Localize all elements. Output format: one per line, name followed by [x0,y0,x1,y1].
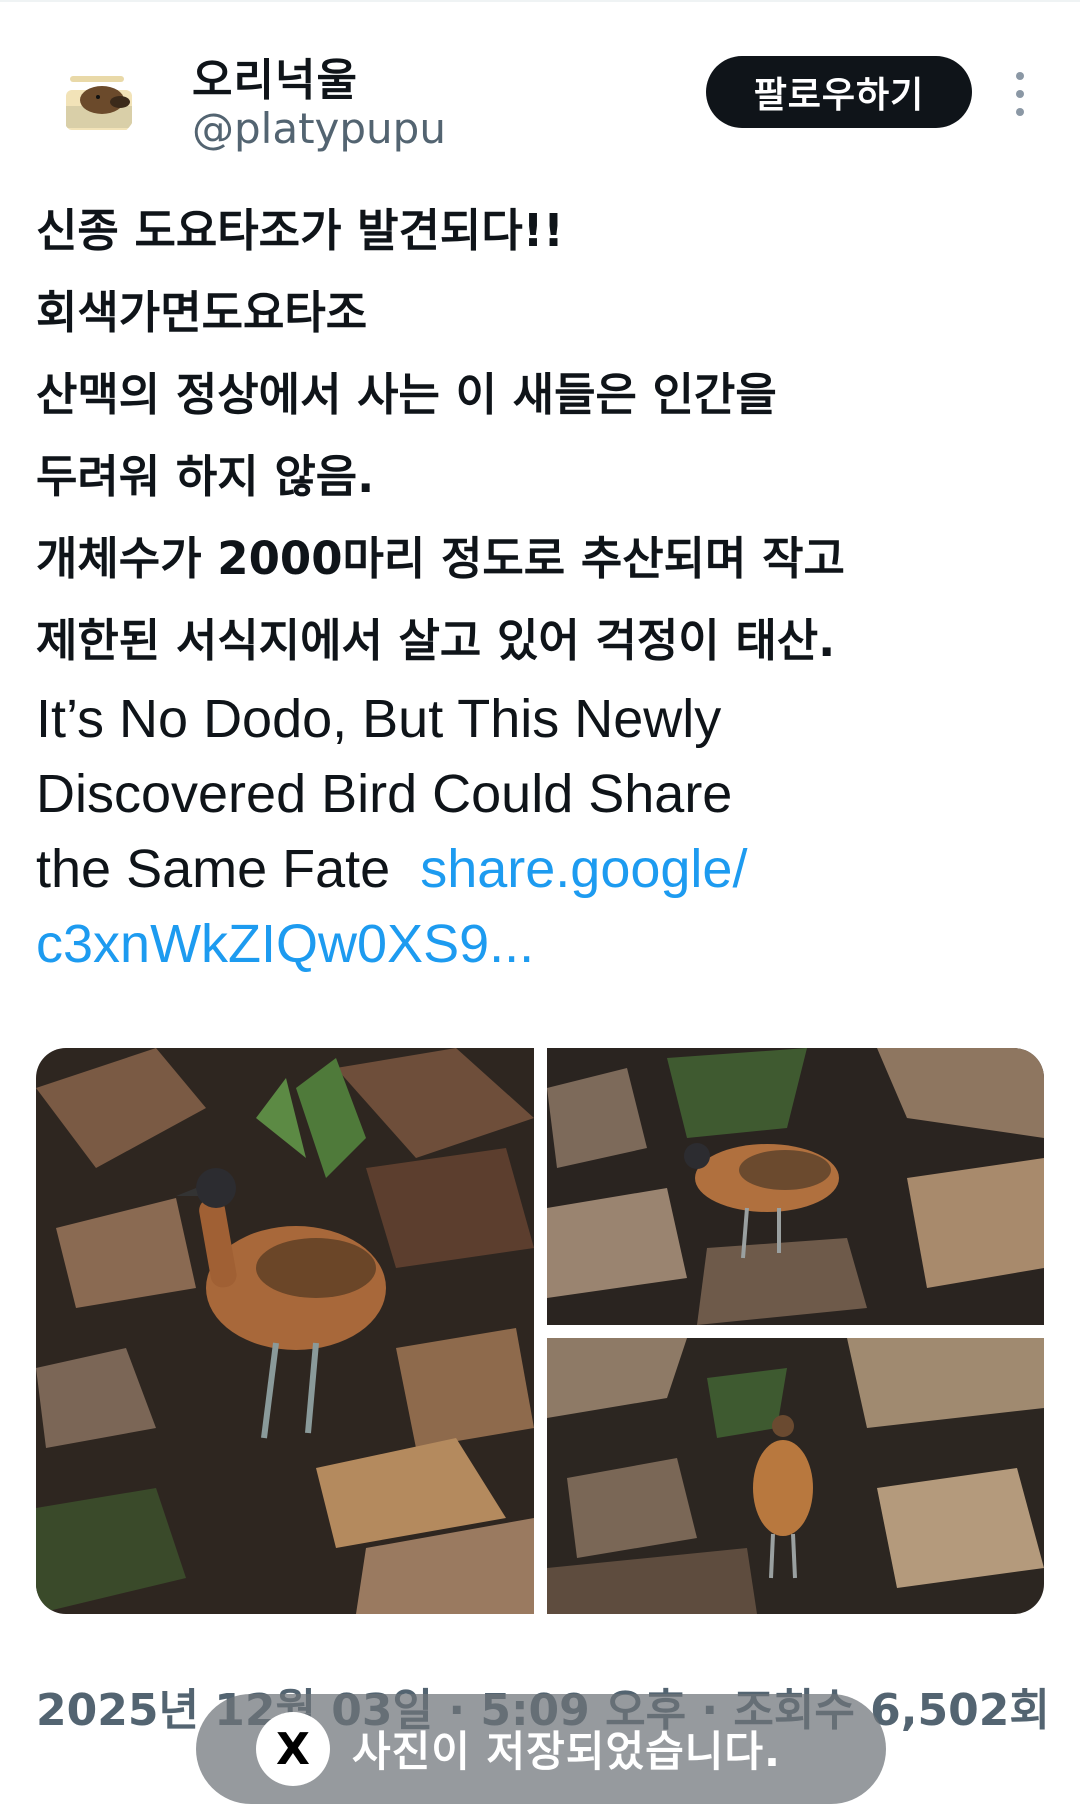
article-link[interactable]: share.google/ [420,839,747,899]
tweet-line: 신종 도요타조가 발견되다!! [36,204,564,257]
tweet-line-with-link: the Same Fate share.google/ [36,832,1036,907]
follow-button[interactable]: 팔로우하기 [706,56,972,128]
x-logo-icon: X [256,1712,330,1786]
tweet-line: Discovered Bird Could Share [36,764,733,824]
tweet-line: It’s No Dodo, But This Newly [36,689,722,749]
platypus-avatar-icon [66,76,132,130]
top-divider [0,0,1080,2]
tweet-line: 산맥의 정상에서 사는 이 새들은 인간을 [36,368,777,421]
bird-photo-2[interactable] [547,1048,1044,1325]
bird-photo-1[interactable] [36,1048,534,1614]
toast-notification: X 사진이 저장되었습니다. [196,1694,886,1804]
tweet-line: 두려워 하지 않음. [36,450,375,503]
display-name[interactable]: 오리넉울 [192,44,358,108]
bird-photo-3[interactable] [547,1338,1044,1614]
tweet-line: 회색가면도요타조 [36,286,368,339]
tweet-line: 제한된 서식지에서 살고 있어 걱정이 태산. [36,614,836,667]
more-vertical-icon[interactable] [1000,72,1040,116]
media-grid [36,1048,1044,1614]
tweet-line: 개체수가 2000마리 정도로 추산되며 작고 [36,532,845,585]
tweet-text: 신종 도요타조가 발견되다!! 회색가면도요타조 산맥의 정상에서 사는 이 새… [36,190,1036,982]
article-link-continued[interactable]: c3xnWkZIQw0XS9... [36,907,1036,982]
user-handle[interactable]: @platypupu [192,104,446,153]
toast-message: 사진이 저장되었습니다. [352,1727,781,1776]
tweet-line: the Same Fate [36,839,391,899]
avatar[interactable] [58,62,138,142]
